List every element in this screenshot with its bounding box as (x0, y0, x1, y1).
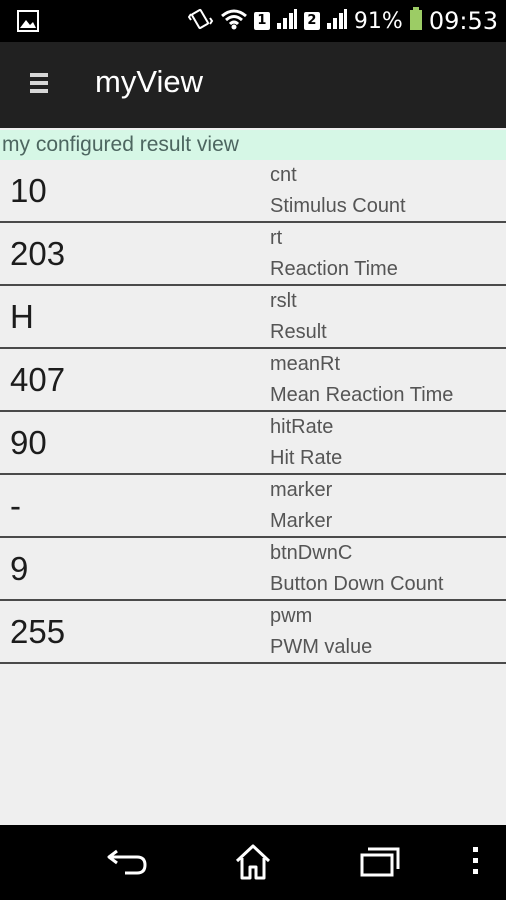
result-desc: Result (270, 321, 327, 343)
result-key: btnDwnC (270, 542, 353, 564)
result-key: rslt (270, 290, 297, 312)
result-value: 407 (10, 361, 66, 398)
home-icon[interactable] (233, 843, 273, 885)
status-bar: 1 2 91% 09:53 (0, 0, 506, 42)
result-desc: Hit Rate (270, 447, 343, 469)
recent-apps-icon[interactable] (358, 843, 402, 883)
result-row[interactable]: 9 btnDwnC Button Down Count (0, 538, 506, 601)
result-row[interactable]: - marker Marker (0, 475, 506, 538)
gallery-icon (16, 9, 40, 37)
result-key: pwm (270, 605, 313, 627)
sim2-badge: 2 (303, 12, 320, 30)
wifi-icon (220, 8, 248, 34)
result-row[interactable]: 10 cnt Stimulus Count (0, 160, 506, 223)
result-value: 255 (10, 613, 66, 650)
app-bar: myView (0, 42, 506, 128)
result-key: rt (270, 227, 283, 249)
result-key: cnt (270, 164, 297, 186)
signal-icon (326, 8, 348, 34)
result-row[interactable]: 203 rt Reaction Time (0, 223, 506, 286)
result-list: 10 cnt Stimulus Count 203 rt Reaction Ti… (0, 160, 506, 664)
result-value: H (10, 298, 34, 335)
result-row[interactable]: 255 pwm PWM value (0, 601, 506, 664)
result-desc: Mean Reaction Time (270, 384, 454, 406)
result-value: 203 (10, 235, 66, 272)
view-header: my configured result view (0, 130, 506, 160)
overflow-menu-icon[interactable] (468, 843, 484, 883)
result-row[interactable]: H rslt Result (0, 286, 506, 349)
result-row[interactable]: 90 hitRate Hit Rate (0, 412, 506, 475)
result-value: 90 (10, 424, 47, 461)
result-key: hitRate (270, 416, 334, 438)
clock: 09:53 (428, 7, 498, 35)
result-value: 10 (10, 172, 47, 209)
result-desc: Stimulus Count (270, 195, 406, 217)
result-key: meanRt (270, 353, 341, 375)
result-row[interactable]: 407 meanRt Mean Reaction Time (0, 349, 506, 412)
result-desc: Button Down Count (270, 573, 444, 595)
result-value: - (10, 487, 21, 524)
battery-icon (409, 7, 423, 35)
result-value: 9 (10, 550, 29, 587)
sim1-badge: 1 (253, 12, 270, 30)
result-desc: PWM value (270, 636, 373, 658)
vibrate-icon (187, 6, 214, 36)
result-desc: Marker (270, 510, 333, 532)
signal-icon (276, 8, 298, 34)
hamburger-menu-icon[interactable] (30, 73, 50, 95)
app-title: myView (95, 64, 203, 99)
result-desc: Reaction Time (270, 258, 398, 280)
battery-percent: 91% (353, 8, 403, 34)
back-icon[interactable] (105, 843, 149, 883)
navigation-bar (0, 825, 506, 900)
result-key: marker (270, 479, 333, 501)
